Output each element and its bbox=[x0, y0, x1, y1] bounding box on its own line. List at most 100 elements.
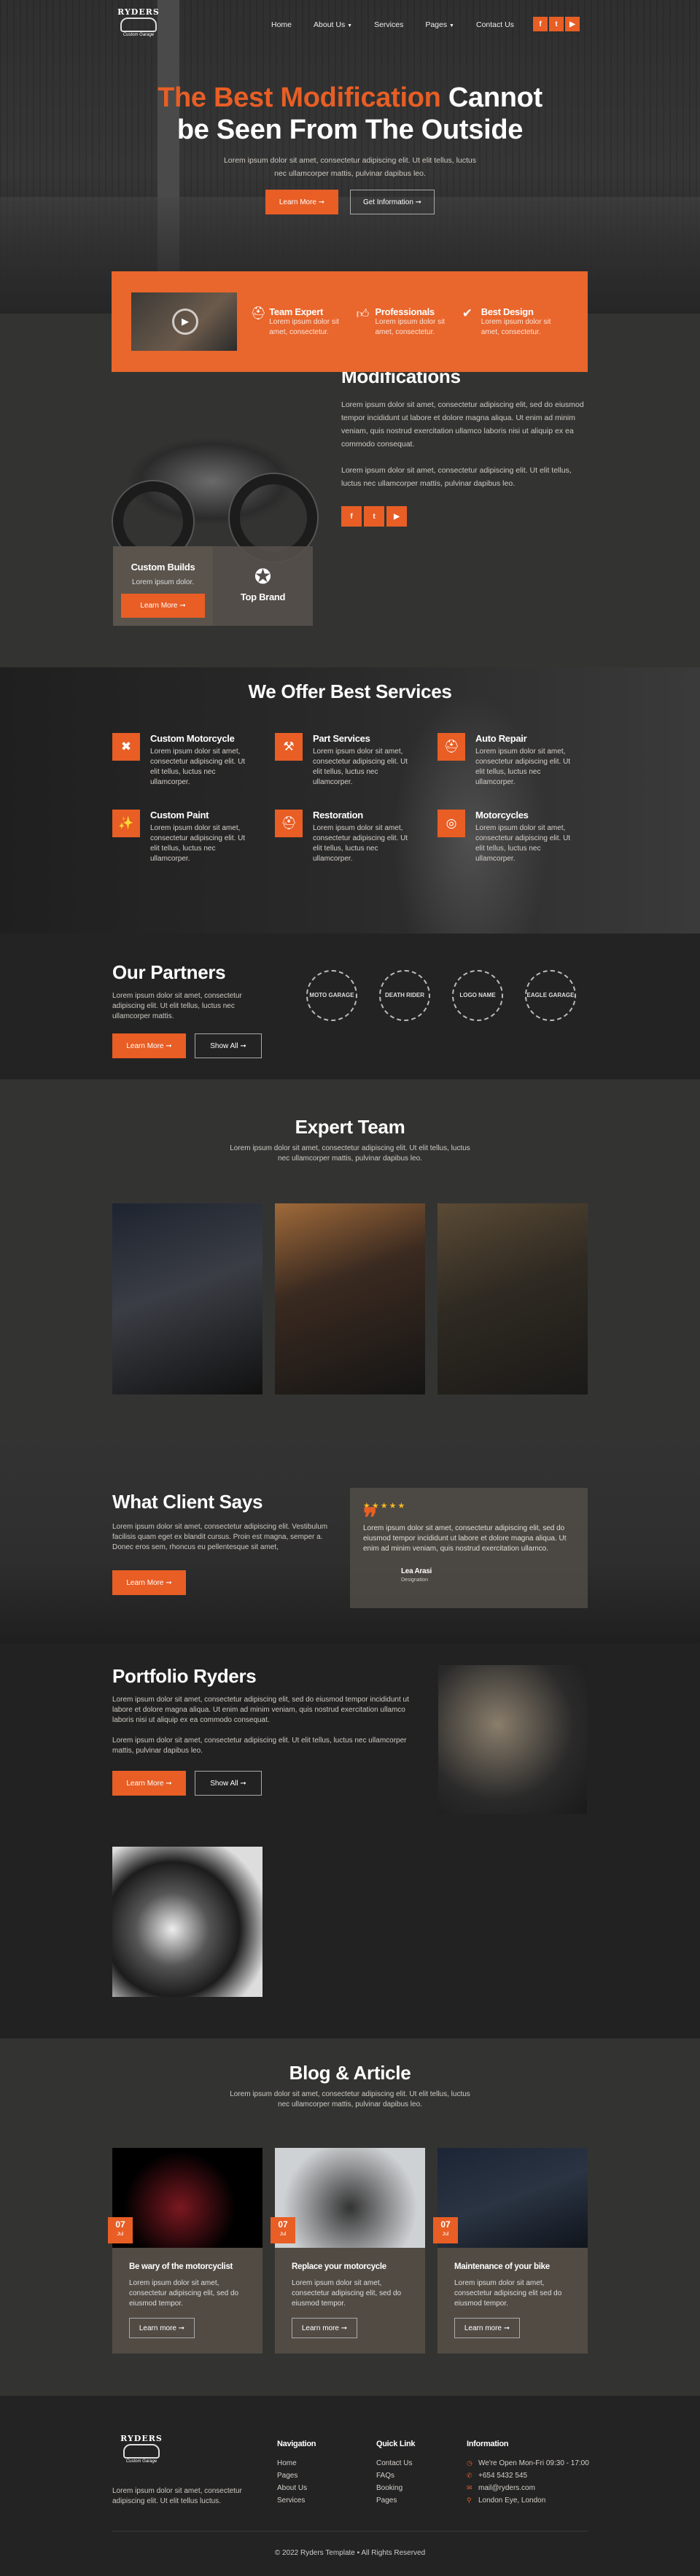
service-desc: Lorem ipsum dolor sit amet, consectetur … bbox=[475, 748, 571, 786]
partners-title: Our Partners bbox=[112, 961, 226, 983]
custom-builds-learn-more-button[interactable]: Learn More ➞ bbox=[121, 594, 205, 618]
team-member-photo[interactable] bbox=[112, 1203, 262, 1394]
footer-link[interactable]: Home bbox=[277, 2457, 316, 2470]
blog-title: Blog & Article bbox=[289, 2062, 411, 2084]
card-title: Custom Builds bbox=[131, 562, 195, 573]
feature-text: Lorem ipsum dolor sit bbox=[481, 317, 551, 326]
play-icon[interactable]: ▶ bbox=[172, 309, 198, 335]
blog-post-title[interactable]: Replace your motorcycle bbox=[292, 2262, 408, 2271]
nav-label: Home bbox=[271, 20, 292, 29]
nav-home[interactable]: Home bbox=[271, 20, 292, 29]
testimonial-section: What Client Says Lorem ipsum dolor sit a… bbox=[0, 1437, 700, 1643]
portfolio-learn-more-button[interactable]: Learn More ➞ bbox=[112, 1771, 186, 1796]
map-pin-icon: ⚲ bbox=[467, 2497, 472, 2504]
service-desc: Lorem ipsum dolor sit amet, consectetur … bbox=[313, 824, 408, 863]
hero-title-highlight: The Best Modification bbox=[158, 82, 441, 113]
nav-pages[interactable]: Pages ▼ bbox=[425, 20, 454, 29]
blog-learn-more-button[interactable]: Learn more ➞ bbox=[292, 2318, 357, 2338]
date-month: Jul bbox=[442, 2232, 449, 2237]
portfolio-show-all-button[interactable]: Show All ➞ bbox=[195, 1771, 262, 1796]
mechanic-icon: ⛑ bbox=[250, 306, 266, 320]
nav-services[interactable]: Services bbox=[374, 20, 403, 29]
badge-label: Top Brand bbox=[240, 591, 286, 602]
motorcycle-logo-icon bbox=[120, 18, 157, 32]
partners-show-all-button[interactable]: Show All ➞ bbox=[195, 1033, 262, 1058]
about-paragraph: Lorem ipsum dolor sit amet, consectetur … bbox=[341, 400, 584, 449]
partner-logo[interactable]: EAGLE GARAGE bbox=[525, 970, 576, 1021]
info-item: ◷ We're Open Mon-Fri 09:30 - 17:00 bbox=[467, 2457, 589, 2470]
portfolio-image-wheel[interactable] bbox=[112, 1847, 262, 1997]
partner-logo[interactable]: MOTO GARAGE bbox=[306, 970, 357, 1021]
reviewer-role: Designation bbox=[401, 1578, 428, 1583]
footer-link[interactable]: FAQs bbox=[376, 2470, 415, 2482]
feature-text: amet, consectetur. bbox=[269, 327, 329, 336]
service-item[interactable]: ⛑ Restoration Lorem ipsum dolor sit amet, … bbox=[275, 810, 438, 864]
team-member-photo[interactable] bbox=[438, 1203, 588, 1394]
feature-title: Professionals bbox=[375, 306, 435, 317]
service-name: Part Services bbox=[313, 733, 370, 744]
nav-about-us[interactable]: About Us ▼ bbox=[314, 20, 352, 29]
service-name: Custom Paint bbox=[150, 810, 209, 820]
team-text-line: Lorem ipsum dolor sit amet, consectetur … bbox=[230, 1144, 470, 1152]
blog-post-title[interactable]: Maintenance of your bike bbox=[454, 2262, 571, 2271]
blog-post-desc: Lorem ipsum dolor sit amet, consectetur … bbox=[292, 2279, 402, 2308]
nav-contact-us[interactable]: Contact Us bbox=[476, 20, 514, 29]
blog-image[interactable] bbox=[112, 2148, 262, 2248]
service-item[interactable]: ✨ Custom Paint Lorem ipsum dolor sit amet,… bbox=[112, 810, 275, 864]
footer-logo[interactable]: RYDERS Custom Garage bbox=[112, 2434, 171, 2476]
footer-divider bbox=[112, 2531, 588, 2532]
facebook-icon[interactable]: f bbox=[533, 17, 548, 31]
portfolio-image-engine[interactable] bbox=[438, 1665, 587, 1814]
blog-text-line: Lorem ipsum dolor sit amet, consectetur … bbox=[230, 2090, 470, 2098]
footer-link[interactable]: Booking bbox=[376, 2482, 415, 2494]
info-item[interactable]: ✉ mail@ryders.com bbox=[467, 2482, 589, 2494]
service-item[interactable]: ◎ Motorcycles Lorem ipsum dolor sit amet, … bbox=[438, 810, 600, 864]
testimonial-learn-more-button[interactable]: Learn More ➞ bbox=[112, 1570, 186, 1595]
feature-item: ⛑ Team Expert Lorem ipsum dolor sit amet… bbox=[250, 306, 356, 338]
partner-logo[interactable]: DEATH RIDER bbox=[379, 970, 430, 1021]
youtube-icon[interactable]: ▶ bbox=[386, 506, 407, 527]
blog-image[interactable] bbox=[275, 2148, 425, 2248]
blog-post-desc: Lorem ipsum dolor sit amet, consectetur … bbox=[129, 2279, 239, 2308]
footer-navigation: Navigation Home Pages About Us Services bbox=[277, 2440, 316, 2507]
service-item[interactable]: ⛑ Auto Repair Lorem ipsum dolor sit amet, … bbox=[438, 733, 600, 788]
tools-icon: ⚒ bbox=[275, 733, 303, 761]
partners-section: Our Partners Lorem ipsum dolor sit amet,… bbox=[0, 934, 700, 1079]
blog-learn-more-button[interactable]: Learn more ➞ bbox=[129, 2318, 195, 2338]
check-badge-icon: ✔ bbox=[462, 306, 472, 320]
info-text: We're Open Mon-Fri 09:30 - 17:00 bbox=[478, 2459, 589, 2467]
youtube-icon[interactable]: ▶ bbox=[565, 17, 580, 31]
logo[interactable]: RYDERS Custom Garage bbox=[112, 7, 165, 44]
reviewer-name: Lea Arasi bbox=[401, 1567, 432, 1575]
feature-text: Lorem ipsum dolor sit bbox=[375, 317, 446, 326]
service-item[interactable]: ⚒ Part Services Lorem ipsum dolor sit amet… bbox=[275, 733, 438, 788]
thumbs-up-icon: 👍︎ bbox=[356, 306, 370, 321]
footer-link[interactable]: About Us bbox=[277, 2482, 316, 2494]
services-title: We Offer Best Services bbox=[248, 680, 452, 702]
blog-card: 07 Jul Replace your motorcycle Lorem ipsum… bbox=[271, 2148, 425, 2354]
hero-text-line: nec ullamcorper mattis, pulvinar dapibus… bbox=[274, 169, 426, 178]
video-thumbnail[interactable]: ▶ bbox=[131, 292, 238, 351]
get-information-button[interactable]: Get Information ➞ bbox=[350, 190, 435, 214]
partner-logo[interactable]: LOGO NAME bbox=[452, 970, 503, 1021]
twitter-icon[interactable]: t bbox=[364, 506, 384, 527]
services-grid: ✖ Custom Motorcycle Lorem ipsum dolor sit … bbox=[112, 733, 594, 864]
info-text: mail@ryders.com bbox=[478, 2484, 535, 2492]
blog-post-title[interactable]: Be wary of the motorcyclist bbox=[129, 2262, 246, 2271]
service-item[interactable]: ✖ Custom Motorcycle Lorem ipsum dolor sit … bbox=[112, 733, 275, 788]
info-item[interactable]: ✆ +654 5432 545 bbox=[467, 2470, 589, 2482]
hero-title-part: be Seen From The Outside bbox=[176, 115, 524, 145]
facebook-icon[interactable]: f bbox=[341, 506, 362, 527]
partners-learn-more-button[interactable]: Learn More ➞ bbox=[112, 1033, 186, 1058]
about-paragraph: Lorem ipsum dolor sit amet, consectetur … bbox=[341, 466, 572, 488]
footer-link[interactable]: Contact Us bbox=[376, 2457, 415, 2470]
blog-image[interactable] bbox=[438, 2148, 588, 2248]
blog-learn-more-button[interactable]: Learn more ➞ bbox=[454, 2318, 520, 2338]
footer-link[interactable]: Pages bbox=[376, 2494, 415, 2507]
twitter-icon[interactable]: t bbox=[549, 17, 564, 31]
learn-more-button[interactable]: Learn More ➞ bbox=[265, 190, 338, 214]
date-badge: 07 Jul bbox=[108, 2217, 133, 2243]
footer-link[interactable]: Pages bbox=[277, 2470, 316, 2482]
team-member-photo[interactable] bbox=[275, 1203, 425, 1394]
footer-link[interactable]: Services bbox=[277, 2494, 316, 2507]
